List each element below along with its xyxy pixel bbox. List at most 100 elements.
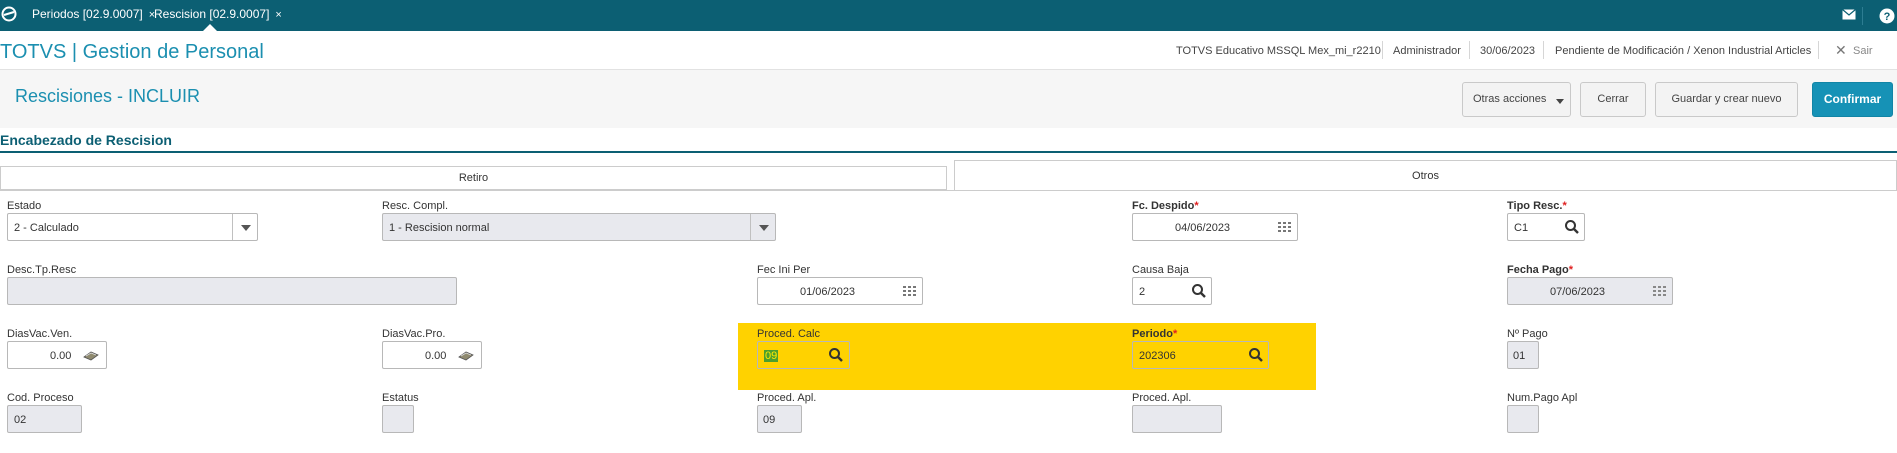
causa-baja-label: Causa Baja xyxy=(1132,264,1189,276)
divider xyxy=(1862,7,1863,25)
page-title: Rescisiones - INCLUIR xyxy=(15,86,201,106)
dias-vac-pro-value: 0.00 xyxy=(425,350,447,362)
tab-otros[interactable]: Otros xyxy=(954,160,1897,191)
periodo-field[interactable]: 202306 xyxy=(1132,341,1269,369)
fec-ini-per-label: Fec Ini Per xyxy=(757,264,811,276)
periodo-label: Periodo* xyxy=(1132,328,1178,340)
other-actions-label: Otras acciones xyxy=(1473,93,1547,105)
tab-divider xyxy=(0,190,1897,191)
action-bar: Rescisiones - INCLUIR Otras acciones Cer… xyxy=(0,70,1897,128)
proced-apl-value: 09 xyxy=(763,414,776,426)
mail-icon[interactable] xyxy=(1842,9,1856,20)
search-icon[interactable] xyxy=(1248,347,1264,363)
resc-compl-select[interactable]: 1 - Rescision normal xyxy=(382,213,776,241)
calendar-icon[interactable] xyxy=(1652,283,1668,299)
calculator-icon[interactable] xyxy=(458,347,474,363)
tab-otros-label: Otros xyxy=(1412,170,1439,182)
fecha-pago-date-field[interactable]: 07/06/2023 xyxy=(1507,277,1673,305)
confirm-button[interactable]: Confirmar xyxy=(1812,82,1893,117)
fc-despido-date-field[interactable]: 04/06/2023 xyxy=(1132,213,1298,241)
causa-baja-field[interactable]: 2 xyxy=(1132,277,1212,305)
environment-label[interactable]: TOTVS Educativo MSSQL Mex_mi_r2210 xyxy=(1176,45,1381,57)
tab-retiro[interactable]: Retiro xyxy=(0,166,947,190)
tipo-resc-label: Tipo Resc.* xyxy=(1507,200,1567,212)
close-button[interactable]: Cerrar xyxy=(1580,82,1646,117)
n-pago-field[interactable]: 01 xyxy=(1507,341,1539,369)
search-icon[interactable] xyxy=(828,347,844,363)
tab-rescision[interactable]: Rescision [02.9.0007] × xyxy=(148,0,288,31)
date-label[interactable]: 30/06/2023 xyxy=(1480,45,1535,57)
tab-retiro-label: Retiro xyxy=(458,172,489,184)
dias-vac-pro-field[interactable]: 0.00 xyxy=(382,341,482,369)
other-actions-button[interactable]: Otras acciones xyxy=(1462,82,1571,117)
estatus-label: Estatus xyxy=(382,392,419,404)
estatus-field[interactable] xyxy=(382,405,414,433)
resc-compl-label: Resc. Compl. xyxy=(382,200,449,212)
fecha-pago-label: Fecha Pago* xyxy=(1507,264,1574,276)
user-label[interactable]: Administrador xyxy=(1393,45,1461,57)
fc-despido-value: 04/06/2023 xyxy=(1175,222,1231,234)
tipo-resc-value: C1 xyxy=(1514,222,1529,234)
totvs-logo-icon[interactable] xyxy=(0,5,18,23)
dias-vac-ven-label: DiasVac.Ven. xyxy=(7,328,73,340)
cod-proceso-value: 02 xyxy=(14,414,27,426)
num-pago-apl-label: Num.Pago Apl xyxy=(1507,392,1578,404)
divider xyxy=(1543,41,1544,59)
tab-label: Periodos [02.9.0007] xyxy=(32,7,143,21)
cod-proceso-field[interactable]: 02 xyxy=(7,405,82,433)
dias-vac-pro-label: DiasVac.Pro. xyxy=(382,328,446,340)
periodo-value: 202306 xyxy=(1139,350,1176,362)
tipo-resc-field[interactable]: C1 xyxy=(1507,213,1585,241)
app-header: TOTVS | Gestion de Personal TOTVS Educat… xyxy=(0,31,1897,70)
exit-icon[interactable]: ✕ xyxy=(1835,42,1847,59)
proced-calc-label: Proced. Calc xyxy=(757,328,820,340)
help-icon[interactable]: ? xyxy=(1879,8,1895,24)
app-title: TOTVS | Gestion de Personal xyxy=(0,41,264,63)
n-pago-value: 01 xyxy=(1513,350,1526,362)
calculator-icon[interactable] xyxy=(83,347,99,363)
section-divider xyxy=(0,151,1897,153)
svg-text:?: ? xyxy=(1884,11,1891,23)
tab-periodos[interactable]: Periodos [02.9.0007] × xyxy=(26,0,161,31)
proced-apl-label: Proced. Apl. xyxy=(757,392,817,404)
exit-link[interactable]: Sair xyxy=(1853,45,1873,57)
cod-proceso-label: Cod. Proceso xyxy=(7,392,74,404)
chevron-down-icon xyxy=(1556,99,1564,104)
search-icon[interactable] xyxy=(1191,283,1207,299)
fc-despido-label: Fc. Despido* xyxy=(1132,200,1199,212)
top-tab-bar: Periodos [02.9.0007] × Rescision [02.9.00… xyxy=(0,0,1897,31)
fec-ini-per-value: 01/06/2023 xyxy=(800,286,856,298)
proced-apl-field[interactable]: 09 xyxy=(757,405,802,433)
fecha-pago-value: 07/06/2023 xyxy=(1550,286,1606,298)
proced-apl-2-label: Proced. Apl. xyxy=(1132,392,1192,404)
section-title: Encabezado de Rescision xyxy=(0,132,172,148)
calendar-icon[interactable] xyxy=(902,283,918,299)
proced-calc-value: 09 xyxy=(764,350,779,362)
active-tab-indicator xyxy=(203,24,217,31)
chevron-down-icon[interactable] xyxy=(750,214,775,240)
divider xyxy=(1818,41,1819,59)
proced-calc-field[interactable]: 09 xyxy=(757,341,850,369)
num-pago-apl-field[interactable] xyxy=(1507,405,1539,433)
dias-vac-ven-value: 0.00 xyxy=(50,350,72,362)
divider xyxy=(1382,41,1383,59)
proced-apl-2-field[interactable] xyxy=(1132,405,1222,433)
dias-vac-ven-field[interactable]: 0.00 xyxy=(7,341,107,369)
company-label[interactable]: Pendiente de Modificación / Xenon Indust… xyxy=(1555,45,1811,57)
estado-label: Estado xyxy=(7,200,42,212)
save-and-new-button[interactable]: Guardar y crear nuevo xyxy=(1655,82,1798,117)
divider xyxy=(1469,41,1470,59)
causa-baja-value: 2 xyxy=(1139,286,1146,298)
fec-ini-per-date-field[interactable]: 01/06/2023 xyxy=(757,277,923,305)
resc-compl-value: 1 - Rescision normal xyxy=(389,222,490,234)
chevron-down-icon[interactable] xyxy=(232,214,257,240)
desc-tp-resc-label: Desc.Tp.Resc xyxy=(7,264,77,276)
close-icon[interactable]: × xyxy=(275,9,281,21)
estado-value: 2 - Calculado xyxy=(14,222,79,234)
n-pago-label: Nº Pago xyxy=(1507,328,1548,340)
search-icon[interactable] xyxy=(1564,219,1580,235)
calendar-icon[interactable] xyxy=(1277,219,1293,235)
estado-select[interactable]: 2 - Calculado xyxy=(7,213,258,241)
tab-label: Rescision [02.9.0007] xyxy=(154,7,270,21)
desc-tp-resc-field[interactable] xyxy=(7,277,457,305)
